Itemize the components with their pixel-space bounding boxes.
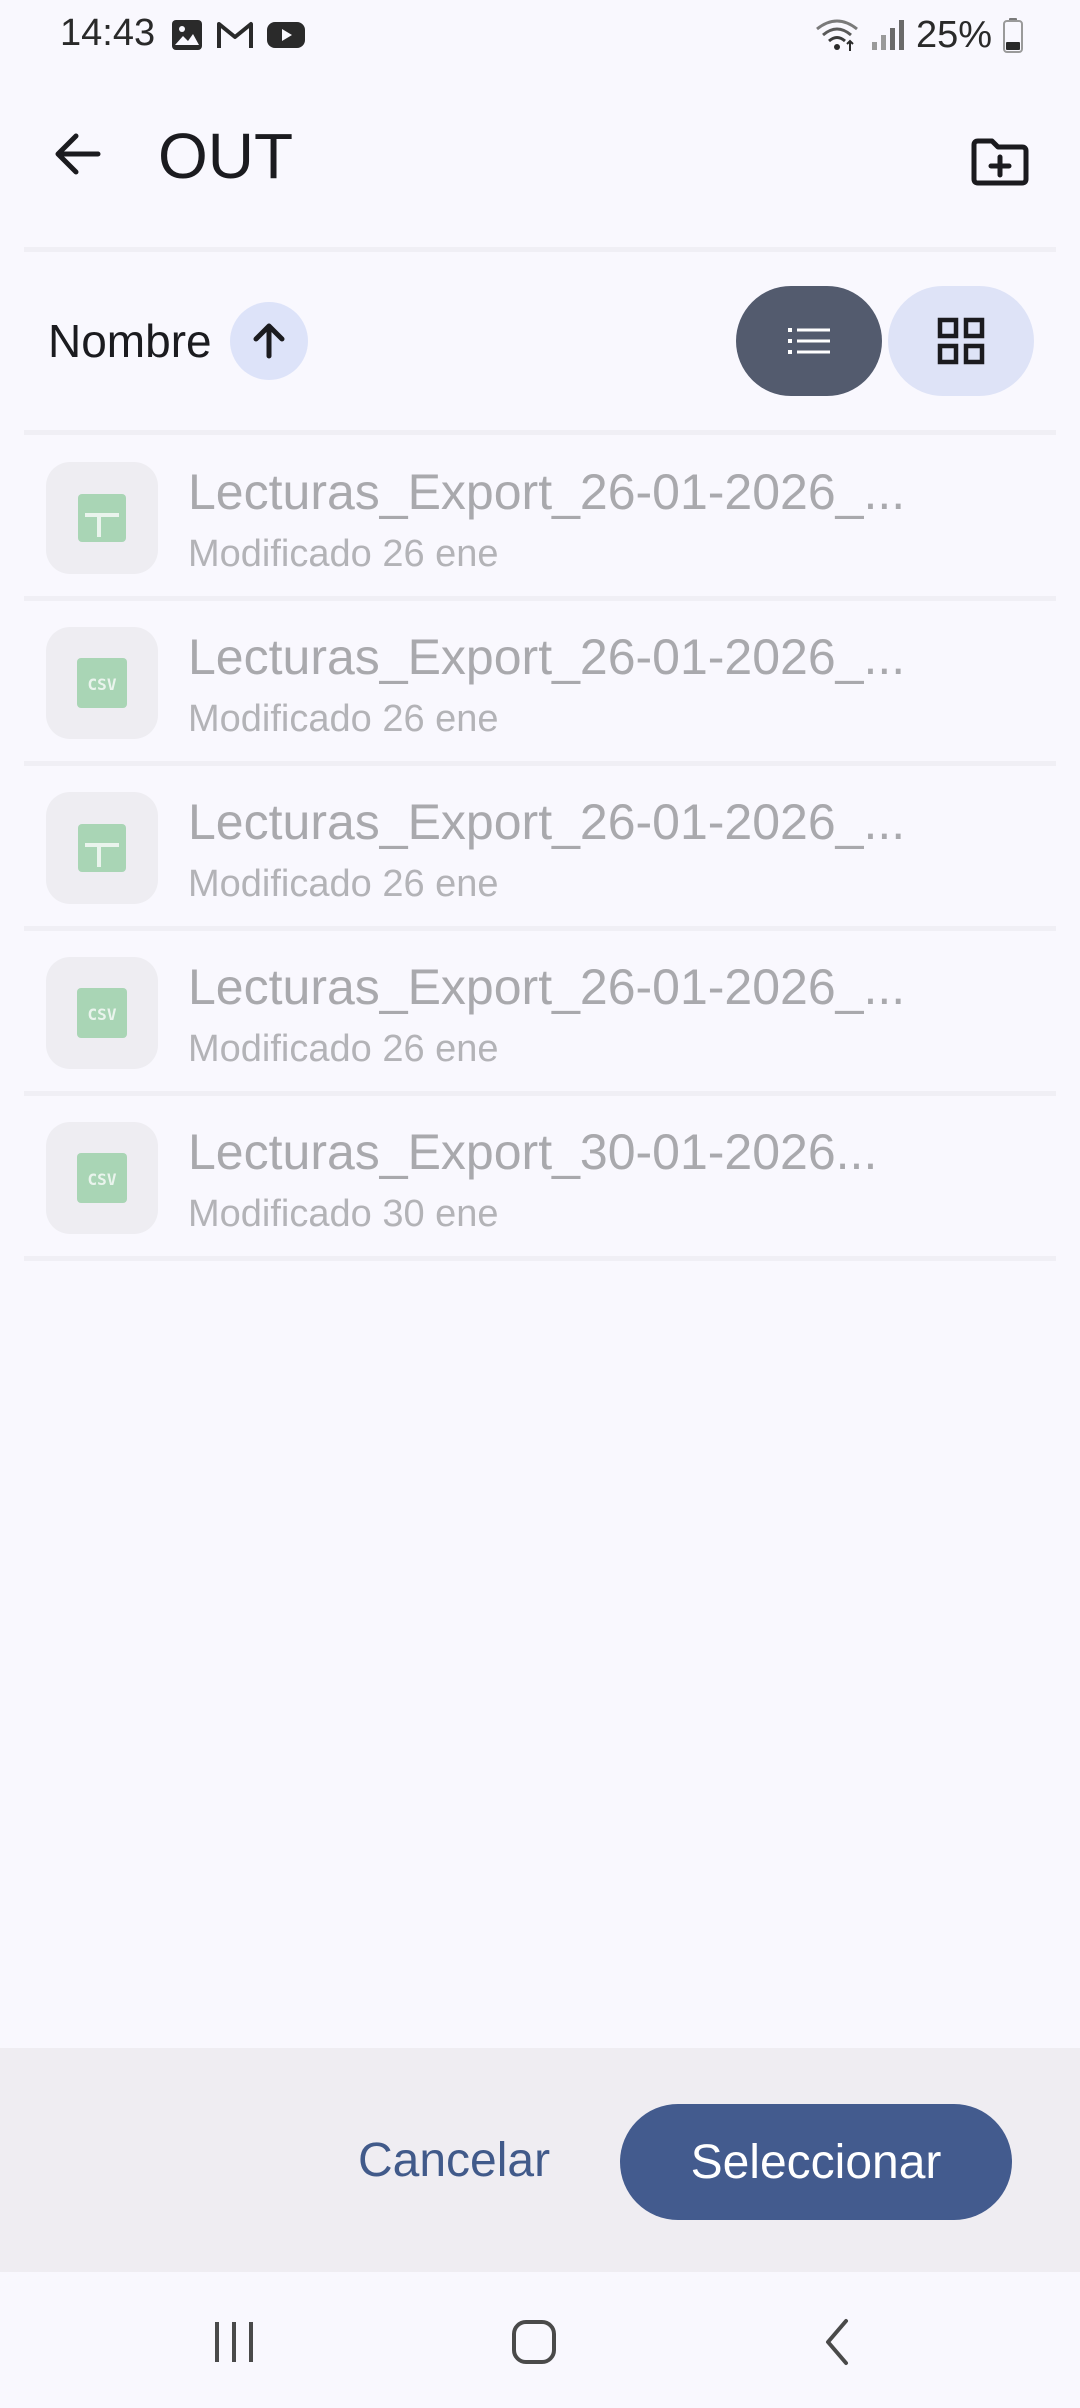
- csv-icon-label: CSV: [88, 1170, 117, 1189]
- file-thumbnail: CSV: [46, 957, 158, 1069]
- file-thumbnail: [46, 792, 158, 904]
- sort-direction-button[interactable]: [230, 302, 308, 380]
- file-modified-date: Modificado 26 ene: [188, 863, 499, 905]
- home-icon: [512, 2320, 556, 2364]
- back-button[interactable]: [42, 118, 114, 190]
- file-modified-date: Modificado 26 ene: [188, 698, 499, 740]
- youtube-icon: [267, 22, 305, 48]
- file-thumbnail: CSV: [46, 627, 158, 739]
- status-time: 14:43: [60, 12, 156, 54]
- signal-icon: [871, 20, 904, 50]
- gmail-icon: [217, 22, 253, 48]
- notification-icons: [170, 18, 306, 52]
- nav-back-button[interactable]: [796, 2304, 880, 2380]
- list-view-button[interactable]: [736, 286, 882, 396]
- list-end-divider: [24, 1256, 1056, 1261]
- file-row[interactable]: Lecturas_Export_26-01-2026_... Modificad…: [24, 436, 1056, 596]
- csv-icon-label: CSV: [88, 1005, 117, 1024]
- file-row[interactable]: CSV Lecturas_Export_26-01-2026_... Modif…: [24, 926, 1056, 1091]
- sort-divider: [24, 430, 1056, 435]
- file-row[interactable]: CSV Lecturas_Export_26-01-2026_... Modif…: [24, 596, 1056, 761]
- grid-view-button[interactable]: [888, 286, 1034, 396]
- file-thumbnail: [46, 462, 158, 574]
- file-list: Lecturas_Export_26-01-2026_... Modificad…: [24, 436, 1056, 1261]
- spreadsheet-icon: [78, 824, 126, 872]
- csv-icon: CSV: [77, 988, 127, 1038]
- new-folder-button[interactable]: [964, 126, 1036, 198]
- file-name: Lecturas_Export_26-01-2026_...: [188, 959, 906, 1015]
- back-icon: [826, 2319, 848, 2365]
- recent-apps-icon: [215, 2322, 253, 2362]
- csv-icon: CSV: [77, 1153, 127, 1203]
- create-new-folder-icon: [971, 138, 1029, 186]
- file-name: Lecturas_Export_26-01-2026_...: [188, 629, 906, 685]
- file-row[interactable]: CSV Lecturas_Export_30-01-2026... Modifi…: [24, 1091, 1056, 1256]
- file-modified-date: Modificado 26 ene: [188, 1028, 499, 1070]
- grid-view-icon: [937, 317, 985, 365]
- csv-icon-label: CSV: [88, 675, 117, 694]
- battery-percentage: 25%: [915, 13, 992, 56]
- header-divider: [24, 247, 1056, 252]
- file-row[interactable]: Lecturas_Export_26-01-2026_... Modificad…: [24, 761, 1056, 926]
- list-view-icon: [788, 328, 830, 354]
- file-modified-date: Modificado 26 ene: [188, 533, 499, 575]
- file-name: Lecturas_Export_26-01-2026_...: [188, 464, 906, 520]
- cancel-button[interactable]: Cancelar: [334, 2104, 574, 2216]
- file-name: Lecturas_Export_26-01-2026_...: [188, 794, 906, 850]
- sort-label[interactable]: Nombre: [48, 318, 212, 364]
- system-status-icons: 25%: [814, 12, 1024, 58]
- folder-title: OUT: [158, 120, 294, 192]
- home-button[interactable]: [492, 2304, 576, 2380]
- csv-icon: CSV: [77, 658, 127, 708]
- select-button[interactable]: Seleccionar: [620, 2104, 1012, 2220]
- status-bar: 14:43 25%: [0, 0, 1080, 70]
- spreadsheet-icon: [78, 494, 126, 542]
- wifi-icon: [816, 19, 858, 51]
- battery-icon: [1003, 18, 1023, 53]
- arrow-back-icon: [55, 133, 101, 175]
- file-name: Lecturas_Export_30-01-2026...: [188, 1124, 878, 1180]
- file-thumbnail: CSV: [46, 1122, 158, 1234]
- file-modified-date: Modificado 30 ene: [188, 1193, 499, 1235]
- recent-apps-button[interactable]: [192, 2304, 276, 2380]
- arrow-up-icon: [253, 323, 285, 359]
- gallery-icon: [172, 20, 202, 50]
